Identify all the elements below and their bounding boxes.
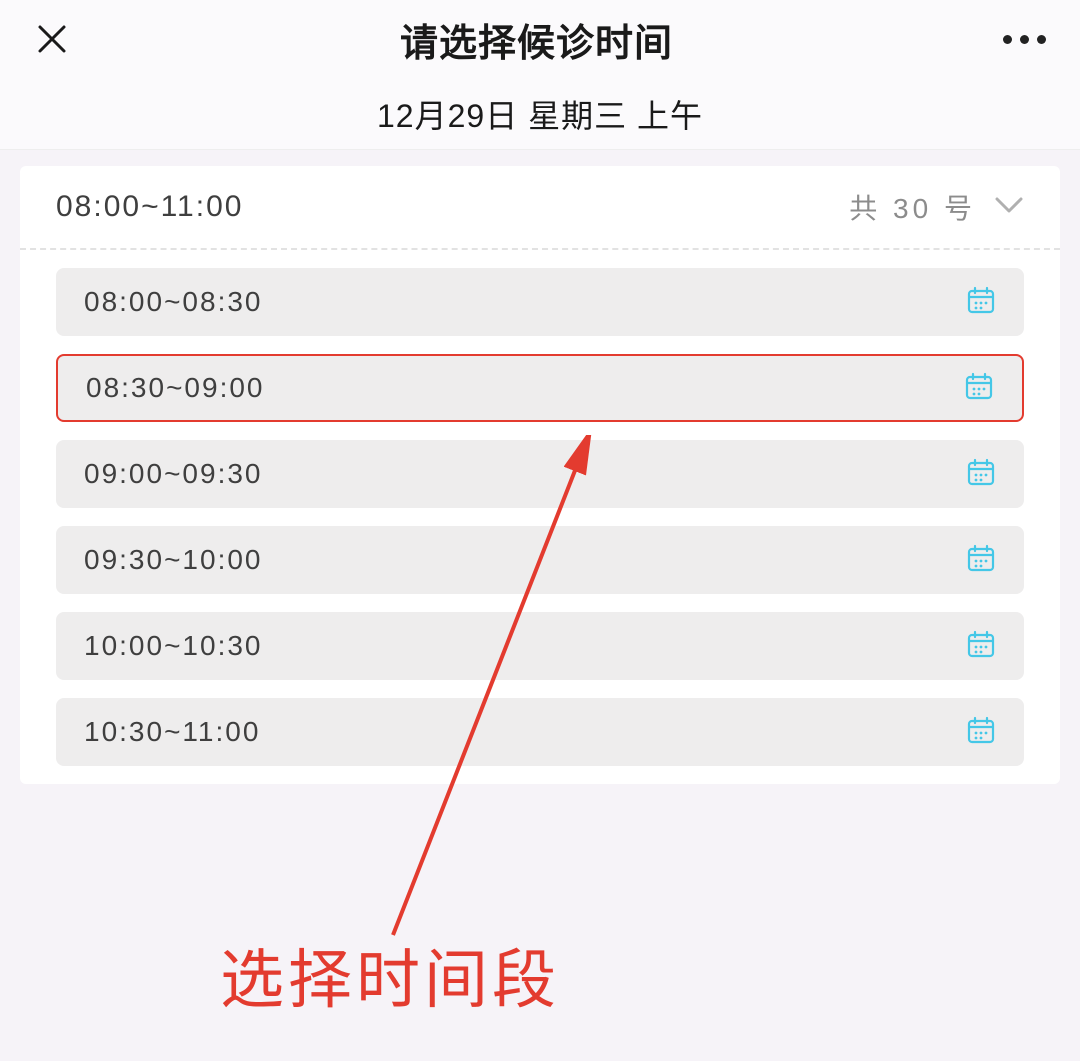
time-range-row[interactable]: 08:00~11:00 共 30 号 bbox=[20, 166, 1060, 250]
date-header: 12月29日 星期三 上午 bbox=[0, 78, 1080, 150]
calendar-icon bbox=[966, 629, 996, 664]
time-slot[interactable]: 09:30~10:00 bbox=[56, 526, 1024, 594]
calendar-icon bbox=[964, 371, 994, 406]
slot-count-label: 共 30 号 bbox=[849, 187, 976, 227]
time-slot[interactable]: 10:30~11:00 bbox=[56, 698, 1024, 766]
slot-label: 08:00~08:30 bbox=[84, 286, 263, 318]
calendar-icon bbox=[966, 543, 996, 578]
slot-label: 08:30~09:00 bbox=[86, 372, 265, 404]
calendar-icon bbox=[966, 457, 996, 492]
chevron-down-icon bbox=[994, 195, 1024, 220]
more-icon[interactable] bbox=[1003, 35, 1046, 44]
slot-label: 09:30~10:00 bbox=[84, 544, 263, 576]
calendar-icon bbox=[966, 715, 996, 750]
slot-label: 10:00~10:30 bbox=[84, 630, 263, 662]
slot-label: 10:30~11:00 bbox=[84, 716, 260, 748]
time-slot[interactable]: 08:30~09:00 bbox=[56, 354, 1024, 422]
time-slot-card: 08:00~11:00 共 30 号 08:00~08:30 08:30~09:0… bbox=[20, 166, 1060, 784]
calendar-icon bbox=[966, 285, 996, 320]
page-title: 请选择候诊时间 bbox=[400, 12, 673, 67]
time-slot[interactable]: 10:00~10:30 bbox=[56, 612, 1024, 680]
time-range-label: 08:00~11:00 bbox=[56, 190, 243, 224]
slot-label: 09:00~09:30 bbox=[84, 458, 263, 490]
navbar: 请选择候诊时间 bbox=[0, 0, 1080, 78]
slot-list: 08:00~08:30 08:30~09:00 09:00~09:30 09:30~1… bbox=[20, 250, 1060, 766]
time-slot[interactable]: 08:00~08:30 bbox=[56, 268, 1024, 336]
annotation-text: 选择时间段 bbox=[220, 929, 560, 1021]
time-slot[interactable]: 09:00~09:30 bbox=[56, 440, 1024, 508]
close-icon[interactable] bbox=[34, 21, 70, 57]
